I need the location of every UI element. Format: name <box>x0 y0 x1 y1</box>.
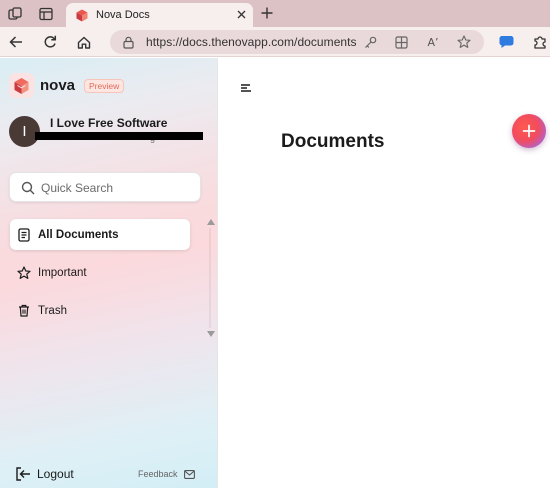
plus-icon <box>522 124 536 138</box>
home-icon[interactable] <box>74 32 94 52</box>
brand-name: nova <box>40 77 76 94</box>
user-profile[interactable]: I I Love Free Software g <box>9 116 209 148</box>
document-icon <box>17 227 31 242</box>
back-arrow-icon[interactable] <box>6 32 26 52</box>
sidebar-item-important[interactable]: Important <box>10 257 190 288</box>
redaction-bar <box>35 132 203 140</box>
key-icon[interactable] <box>362 34 378 50</box>
sidebar-item-trash[interactable]: Trash <box>10 295 190 326</box>
user-name: I Love Free Software <box>50 116 168 130</box>
vertical-tabs-icon[interactable] <box>37 5 55 23</box>
scroll-down-arrow-icon[interactable] <box>207 331 215 337</box>
lock-icon[interactable] <box>120 34 136 50</box>
scroll-up-arrow-icon[interactable] <box>207 219 215 225</box>
scroll-track[interactable] <box>209 228 211 328</box>
star-icon <box>17 265 31 280</box>
copilot-chat-icon[interactable] <box>497 33 515 51</box>
nova-favicon-icon <box>75 9 88 22</box>
nova-logo-icon <box>9 73 34 98</box>
browser-tab-strip: Nova Docs <box>0 0 550 27</box>
extensions-puzzle-icon[interactable] <box>531 33 549 51</box>
feedback-link[interactable]: Feedback <box>138 469 196 479</box>
browser-tab-active[interactable]: Nova Docs <box>66 3 253 27</box>
url-text[interactable]: https://docs.thenovapp.com/documents <box>146 35 357 49</box>
logout-label: Logout <box>37 467 74 481</box>
workspaces-icon[interactable] <box>6 5 24 23</box>
tab-title: Nova Docs <box>96 9 150 21</box>
logout-button[interactable]: Logout <box>15 467 74 481</box>
app-sidebar: nova Preview I I Love Free Software g Al… <box>0 58 218 488</box>
menu-toggle-icon[interactable] <box>240 80 254 92</box>
address-bar[interactable]: https://docs.thenovapp.com/documents A’ <box>110 30 484 54</box>
read-aloud-icon[interactable]: A’ <box>425 34 441 50</box>
search-input[interactable] <box>41 179 191 196</box>
refresh-icon[interactable] <box>40 32 60 52</box>
brand[interactable]: nova Preview <box>9 73 125 98</box>
quick-search-box[interactable] <box>9 172 201 202</box>
new-tab-icon[interactable] <box>258 4 276 22</box>
favorite-star-icon[interactable] <box>456 34 472 50</box>
app-available-icon[interactable] <box>393 34 409 50</box>
new-document-button[interactable] <box>512 114 546 148</box>
browser-toolbar: https://docs.thenovapp.com/documents A’ <box>0 27 550 57</box>
trash-icon <box>17 304 31 318</box>
mail-icon <box>184 469 196 479</box>
sidebar-scrollbar[interactable] <box>204 216 216 340</box>
sidebar-item-label: Trash <box>38 304 67 317</box>
preview-badge: Preview <box>84 78 125 93</box>
search-icon <box>21 181 35 195</box>
sidebar-item-all-documents[interactable]: All Documents <box>10 219 190 250</box>
page-title: Documents <box>281 131 385 152</box>
sidebar-item-label: All Documents <box>38 228 119 241</box>
feedback-label: Feedback <box>138 469 178 479</box>
close-tab-icon[interactable] <box>233 6 249 22</box>
sidebar-item-label: Important <box>38 266 87 279</box>
logout-icon <box>16 467 30 481</box>
